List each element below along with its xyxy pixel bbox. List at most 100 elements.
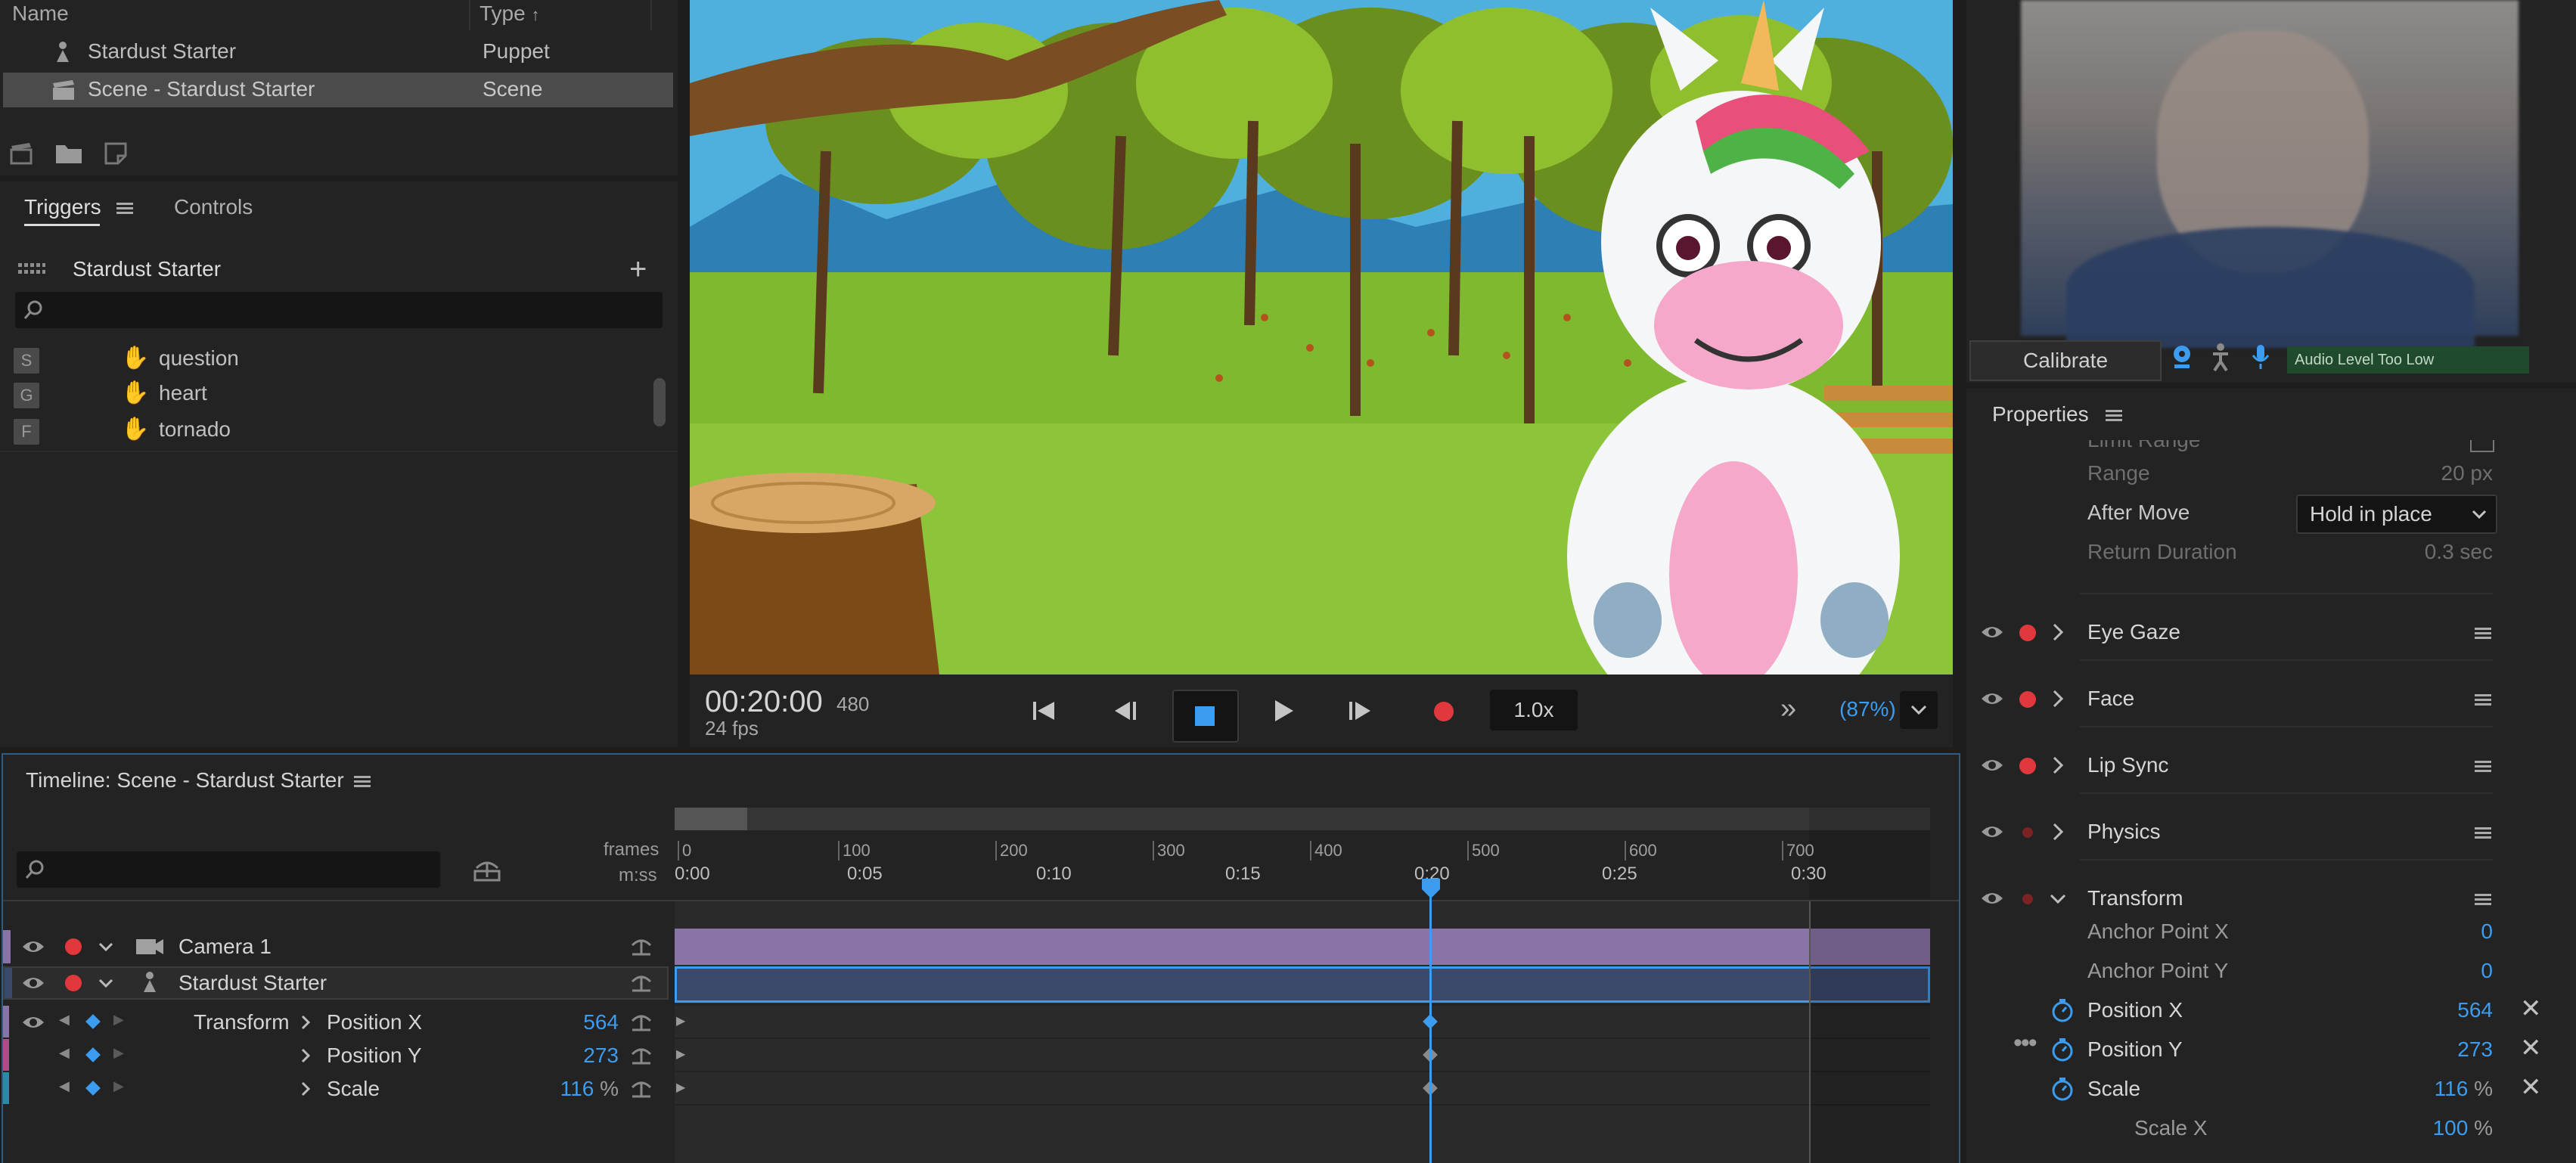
add-trigger-button[interactable]: + xyxy=(629,254,647,284)
record-button[interactable] xyxy=(1434,702,1454,721)
remove-param-icon[interactable]: ✕ xyxy=(2520,1072,2542,1103)
play-icon[interactable] xyxy=(1274,699,1295,723)
eye-icon[interactable] xyxy=(21,1015,45,1030)
param-value-group[interactable]: 116 % xyxy=(560,1077,619,1101)
project-row-scene[interactable]: Scene - Stardust Starter Scene xyxy=(3,73,673,107)
more-options-icon[interactable]: ••• xyxy=(2013,1028,2038,1058)
stopwatch-icon[interactable] xyxy=(2051,1037,2074,1062)
chevron-down-icon[interactable] xyxy=(98,978,113,988)
chevron-down-icon[interactable] xyxy=(2050,894,2066,904)
zoom-level[interactable]: (87%) xyxy=(1839,697,1896,721)
puppet-lock-icon[interactable] xyxy=(629,1080,653,1099)
playhead[interactable] xyxy=(1429,880,1432,1163)
column-header-name[interactable]: Name xyxy=(12,2,69,26)
group-menu-icon[interactable] xyxy=(2475,761,2491,773)
puppet-track-bar[interactable] xyxy=(675,966,1930,1003)
track-puppet[interactable]: Stardust Starter xyxy=(3,966,669,1000)
eye-icon[interactable] xyxy=(21,939,45,954)
track-camera[interactable]: Camera 1 xyxy=(3,930,669,963)
stopwatch-icon[interactable] xyxy=(2051,998,2074,1022)
record-arm-dot[interactable] xyxy=(2022,894,2033,904)
stop-button[interactable] xyxy=(1172,690,1239,743)
after-move-dropdown[interactable]: Hold in place xyxy=(2296,495,2497,534)
eye-icon[interactable] xyxy=(1980,824,2004,839)
record-arm-dot[interactable] xyxy=(2022,827,2033,838)
group-menu-icon[interactable] xyxy=(2475,894,2491,906)
param-row-position-y[interactable]: ◀ ▶ Position Y 273 xyxy=(3,1039,669,1071)
param-value[interactable]: 116 xyxy=(2435,1077,2469,1100)
keyframe-start-marker[interactable]: ▶ xyxy=(676,1080,685,1095)
keyframe-start-marker[interactable]: ▶ xyxy=(676,1047,685,1062)
tab-controls[interactable]: Controls xyxy=(174,195,253,219)
puppet-lock-icon[interactable] xyxy=(629,974,653,994)
work-area-handle[interactable] xyxy=(675,808,747,830)
chevron-right-icon[interactable] xyxy=(301,1048,310,1063)
folder-icon[interactable] xyxy=(54,142,83,165)
chevron-right-icon[interactable] xyxy=(301,1015,310,1030)
trigger-list-scrollbar[interactable] xyxy=(653,378,666,426)
eye-icon[interactable] xyxy=(1980,625,2004,640)
prev-keyframe-icon[interactable]: ◀ xyxy=(59,1012,70,1028)
track-area[interactable]: ▶ ▶ ▶ xyxy=(675,901,1930,1163)
prev-keyframe-icon[interactable]: ◀ xyxy=(59,1045,70,1061)
return-duration-value[interactable]: 0.3 sec xyxy=(2425,540,2493,564)
chevron-right-icon[interactable] xyxy=(2053,690,2063,708)
behavior-eye-gaze[interactable]: Eye Gaze xyxy=(1966,602,2576,662)
limit-range-checkbox[interactable] xyxy=(2470,440,2494,452)
playhead-handle-icon[interactable] xyxy=(1420,877,1442,900)
group-menu-icon[interactable] xyxy=(2475,628,2491,640)
tab-triggers[interactable]: Triggers xyxy=(24,195,101,219)
param-value[interactable]: 0 xyxy=(2481,959,2493,983)
triggers-menu-icon[interactable] xyxy=(116,203,133,215)
puppet-filter-icon[interactable] xyxy=(472,858,502,882)
remove-param-icon[interactable]: ✕ xyxy=(2520,994,2542,1024)
eye-icon[interactable] xyxy=(1980,891,2004,906)
puppet-lock-icon[interactable] xyxy=(629,1013,653,1033)
prev-keyframe-icon[interactable]: ◀ xyxy=(59,1078,70,1094)
behavior-face[interactable]: Face xyxy=(1966,668,2576,729)
record-arm-dot[interactable] xyxy=(65,938,82,955)
remove-param-icon[interactable]: ✕ xyxy=(2520,1033,2542,1063)
behavior-physics[interactable]: Physics xyxy=(1966,802,2576,862)
chevron-right-icon[interactable] xyxy=(2053,823,2063,841)
timecode[interactable]: 00:20:00 xyxy=(705,685,823,719)
keyframe-start-marker[interactable]: ▶ xyxy=(676,1013,685,1028)
keyframe-icon[interactable] xyxy=(85,1014,101,1029)
record-arm-dot[interactable] xyxy=(2019,758,2036,774)
microphone-icon[interactable] xyxy=(2251,343,2270,371)
step-back-icon[interactable] xyxy=(1113,700,1137,721)
param-value[interactable]: 273 xyxy=(583,1044,619,1068)
next-keyframe-icon[interactable]: ▶ xyxy=(113,1078,124,1094)
param-row-position-x[interactable]: ◀ ▶ Transform Position X 564 xyxy=(3,1006,669,1037)
timeline-search-input[interactable] xyxy=(17,851,440,888)
chevron-right-icon[interactable] xyxy=(2053,756,2063,774)
next-keyframe-icon[interactable]: ▶ xyxy=(113,1012,124,1028)
eye-icon[interactable] xyxy=(21,975,45,991)
timeline-ruler[interactable]: 0 100 200 300 400 500 600 700 0:00 0:05 … xyxy=(675,808,1930,898)
eye-icon[interactable] xyxy=(1980,691,2004,706)
param-value-group[interactable]: 116 % xyxy=(2435,1077,2493,1101)
keyframe-icon[interactable] xyxy=(85,1081,101,1096)
record-arm-dot[interactable] xyxy=(2019,625,2036,641)
param-value[interactable]: 564 xyxy=(583,1010,619,1034)
timeline-menu-icon[interactable] xyxy=(354,776,371,788)
param-value[interactable]: 0 xyxy=(2481,920,2493,944)
param-row-scale[interactable]: ◀ ▶ Scale 116 % xyxy=(3,1072,669,1104)
param-value[interactable]: 564 xyxy=(2457,998,2493,1022)
playback-speed[interactable]: 1.0x xyxy=(1490,690,1578,730)
properties-menu-icon[interactable] xyxy=(2106,410,2122,422)
body-tracking-icon[interactable] xyxy=(2210,343,2231,372)
chevron-down-icon[interactable] xyxy=(98,942,113,951)
range-value[interactable]: 20 px xyxy=(2441,461,2494,485)
param-value[interactable]: 100 xyxy=(2433,1116,2469,1140)
puppet-lock-icon[interactable] xyxy=(629,938,653,957)
new-scene-icon[interactable] xyxy=(9,142,35,165)
skip-to-start-icon[interactable] xyxy=(1032,700,1056,721)
webcam-icon[interactable] xyxy=(2171,343,2193,371)
step-forward-icon[interactable] xyxy=(1348,700,1372,721)
group-menu-icon[interactable] xyxy=(2475,827,2491,839)
param-value[interactable]: 273 xyxy=(2457,1037,2493,1062)
zoom-dropdown[interactable] xyxy=(1900,691,1938,729)
record-arm-dot[interactable] xyxy=(2019,691,2036,708)
calibrate-button[interactable]: Calibrate xyxy=(1969,340,2162,381)
